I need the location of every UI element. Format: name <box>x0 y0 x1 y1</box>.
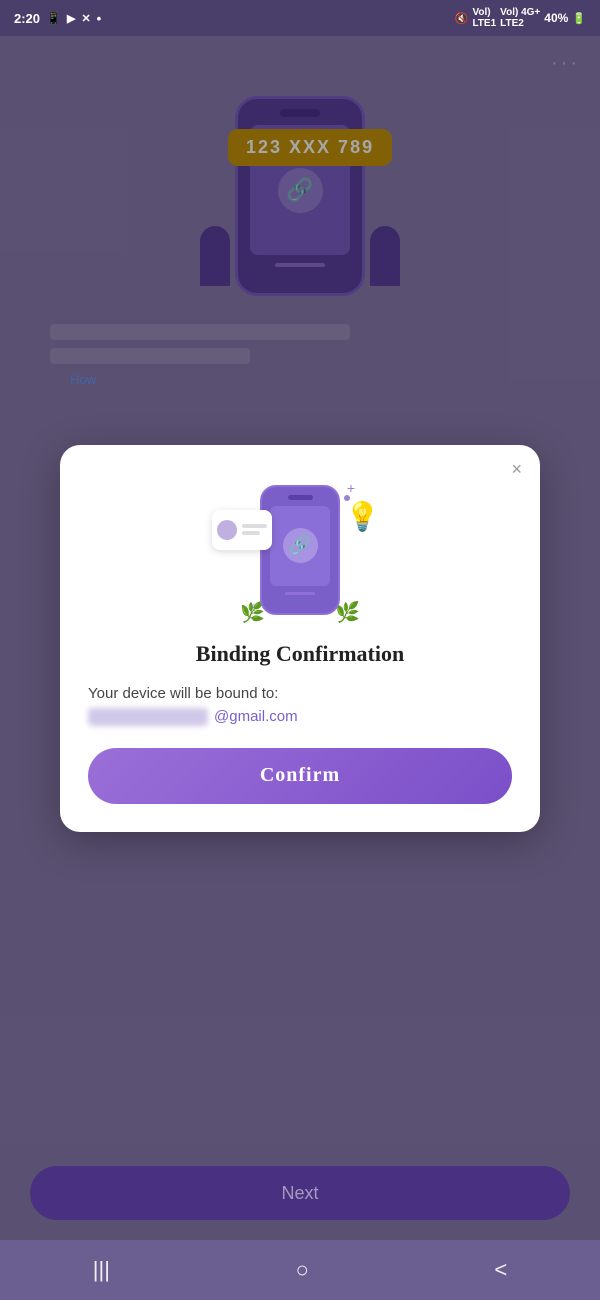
modal-chain-icon: 🔗 <box>283 528 318 563</box>
battery: 40% <box>544 11 568 25</box>
modal-phone-notch <box>288 495 313 500</box>
whatsapp-icon: 📱 <box>46 11 61 25</box>
modal-phone-screen: 🔗 <box>270 506 330 586</box>
time: 2:20 <box>14 11 40 26</box>
dot-icon: • <box>97 11 102 26</box>
modal-phone-bottom-bar <box>285 592 315 595</box>
email-suffix: @gmail.com <box>214 708 298 725</box>
modal-close-button[interactable]: × <box>511 459 522 480</box>
modal-dialog: × + + + <box>60 445 540 832</box>
plus-icon-2: + <box>347 480 355 496</box>
status-bar: 2:20 📱 ▶ ✕ • 🔇 Vol)LTE1 Vol) 4G+LTE2 40%… <box>0 0 600 36</box>
modal-description: Your device will be bound to: <box>88 685 512 702</box>
card-line-1 <box>242 524 267 528</box>
modal-title: Binding Confirmation <box>196 641 404 667</box>
youtube-icon: ▶ <box>67 12 75 25</box>
next-button[interactable]: Next <box>30 1166 570 1220</box>
card-line-2 <box>242 531 260 535</box>
status-right: 🔇 Vol)LTE1 Vol) 4G+LTE2 40% 🔋 <box>455 7 586 29</box>
battery-icon: 🔋 <box>572 12 586 25</box>
modal-illustration: + + + 🔗 <box>220 475 380 625</box>
recent-apps-icon[interactable]: ||| <box>93 1257 110 1283</box>
signal-lte1: Vol)LTE1 <box>472 7 496 29</box>
lightbulb-icon: 💡 <box>345 500 380 533</box>
home-icon[interactable]: ○ <box>296 1257 309 1283</box>
overlay: × + + + <box>0 36 600 1300</box>
back-icon[interactable]: < <box>494 1257 507 1283</box>
email-blurred <box>88 708 208 726</box>
next-button-container: Next <box>30 1166 570 1220</box>
mute-icon: 🔇 <box>455 12 469 25</box>
bottom-navigation: ||| ○ < <box>0 1240 600 1300</box>
modal-phone: 🔗 <box>260 485 340 615</box>
card-lines <box>242 524 267 535</box>
confirm-button[interactable]: Confirm <box>88 748 512 804</box>
avatar-small <box>217 520 237 540</box>
background-page: ··· 123 XXX 789 🔗 How × + + <box>0 36 600 1300</box>
x-icon: ✕ <box>81 12 90 25</box>
status-left: 2:20 📱 ▶ ✕ • <box>14 11 101 26</box>
signal-lte2: Vol) 4G+LTE2 <box>500 7 540 29</box>
modal-email-row: @gmail.com <box>88 708 512 726</box>
modal-card-left <box>212 510 272 550</box>
